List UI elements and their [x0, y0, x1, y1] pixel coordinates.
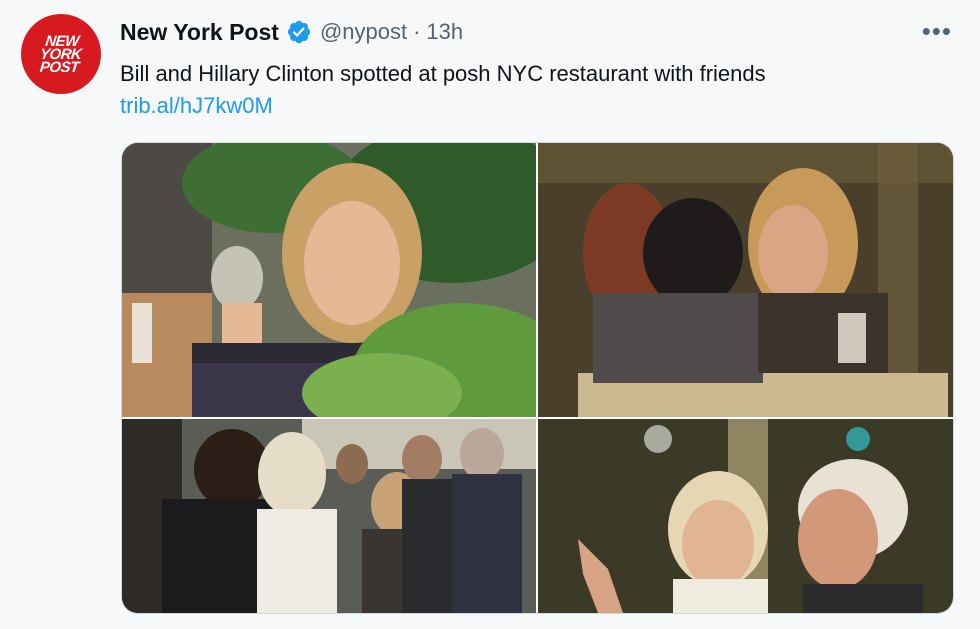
separator-dot: · [413, 19, 421, 44]
display-name[interactable]: New York Post [120, 19, 279, 46]
tweet-header: New York Post @nypost · 13h [120, 16, 950, 48]
timestamp[interactable]: 13h [426, 19, 463, 45]
more-options-icon[interactable]: ••• [922, 18, 952, 44]
photo-woman-drinking-wine[interactable] [122, 143, 536, 417]
handle[interactable]: @nypost [320, 19, 407, 45]
tweet-text: Bill and Hillary Clinton spotted at posh… [120, 61, 766, 86]
media-grid [121, 142, 954, 614]
avatar[interactable]: NEW YORK POST [21, 14, 101, 94]
avatar-logo-text: NEW YORK POST [39, 32, 83, 76]
photo-group-greeting[interactable] [122, 419, 536, 613]
tweet-link[interactable]: trib.al/hJ7kw0M [120, 90, 273, 122]
photo-couple-at-table[interactable] [538, 143, 953, 417]
verified-badge-icon [286, 19, 312, 45]
photo-man-and-woman-talking[interactable] [538, 419, 953, 613]
